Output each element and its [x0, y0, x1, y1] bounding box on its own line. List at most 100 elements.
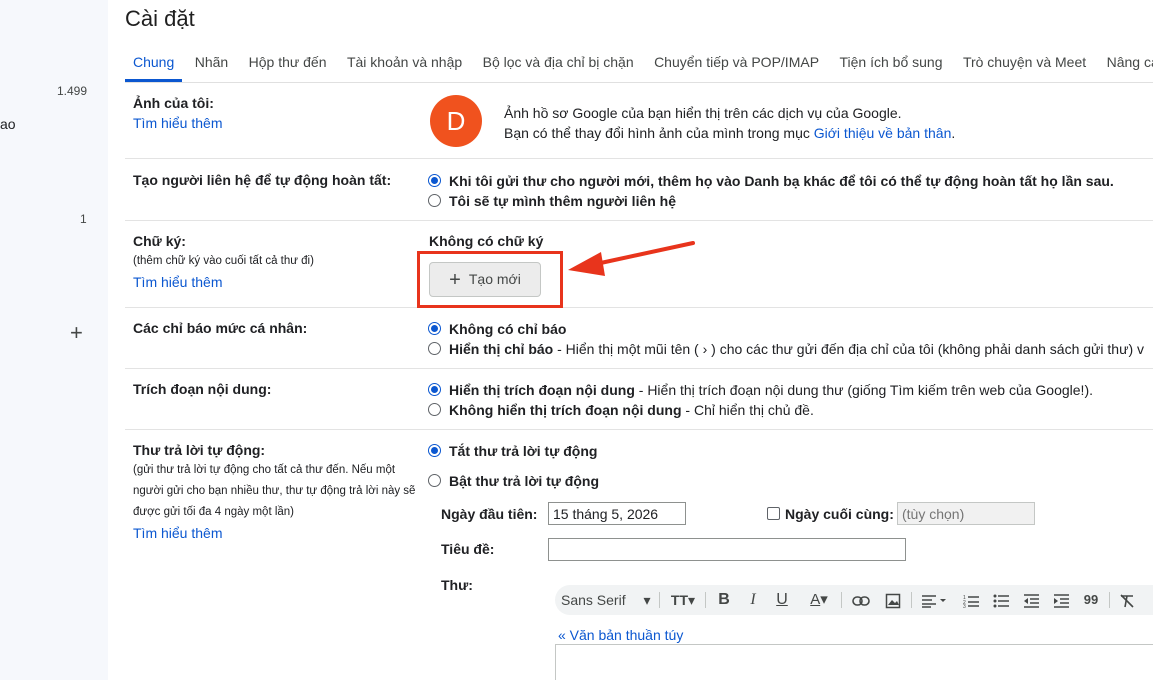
nav-count: 1 — [80, 212, 87, 226]
radio-button[interactable] — [428, 403, 441, 416]
tab-labels[interactable]: Nhãn — [187, 44, 236, 82]
radio-button[interactable] — [428, 194, 441, 207]
plain-text-link[interactable]: « Văn bản thuần túy — [558, 627, 683, 643]
link-icon-svg — [852, 596, 870, 607]
font-select[interactable]: Sans Serif ▾ — [561, 585, 659, 615]
message-label: Thư: — [441, 577, 473, 593]
numbered-list-icon-svg: 123 — [963, 595, 979, 610]
avatar[interactable]: D — [430, 95, 482, 147]
setting-row-autocomplete: Tạo người liên hệ để tự động hoàn tất: — [125, 158, 1153, 221]
radio-button-checked[interactable] — [428, 383, 441, 396]
radio-label: Không hiển thị trích đoạn nội dung — [449, 402, 682, 418]
setting-row-snippets: Trích đoạn nội dung: — [125, 368, 1153, 430]
last-day-option[interactable]: Ngày cuối cùng: — [767, 506, 894, 522]
tab-general[interactable]: Chung — [125, 44, 183, 82]
toolbar-divider — [705, 592, 706, 608]
text: . — [951, 125, 956, 141]
radio-button-checked[interactable] — [428, 174, 441, 187]
toolbar-divider — [841, 592, 842, 608]
plus-icon[interactable]: + — [70, 322, 83, 344]
tab-filters[interactable]: Bộ lọc và địa chỉ bị chặn — [475, 44, 642, 82]
radio-label: Tôi sẽ tự mình thêm người liên hệ — [449, 193, 677, 209]
align-icon[interactable] — [917, 585, 951, 615]
svg-text:3: 3 — [963, 604, 966, 608]
first-day-input[interactable] — [548, 502, 686, 525]
tab-inbox[interactable]: Hộp thư đến — [241, 44, 335, 82]
text-size-icon[interactable]: TT▾ — [665, 585, 701, 615]
setting-row-indicators: Các chỉ báo mức cá nhân: — [125, 307, 1153, 369]
subject-label: Tiêu đề: — [441, 541, 495, 557]
radio-button-checked[interactable] — [428, 444, 441, 457]
radio-description: - Hiển thị trích đoạn nội dung thư (giốn… — [634, 382, 1093, 398]
italic-icon[interactable]: I — [742, 585, 764, 615]
radio-option[interactable]: Tôi sẽ tự mình thêm người liên hệ — [428, 193, 676, 209]
radio-label: Hiển thị chỉ báo — [449, 341, 554, 357]
picture-description-line: Ảnh hồ sơ Google của bạn hiển thị trên c… — [504, 105, 902, 121]
radio-option[interactable]: Khi tôi gửi thư cho người mới, thêm họ v… — [428, 173, 1114, 189]
tab-chat-meet[interactable]: Trò chuyện và Meet — [955, 44, 1094, 82]
setting-row-signature: Chữ ký: (thêm chữ ký vào cuối tất cả thư… — [125, 220, 1153, 308]
quote-icon[interactable]: 99 — [1079, 585, 1103, 615]
nav-item-label[interactable]: ao — [0, 116, 16, 132]
setting-label: Chữ ký: — [133, 233, 186, 249]
radio-option[interactable]: Không hiển thị trích đoạn nội dung - Chỉ… — [428, 402, 814, 418]
radio-button[interactable] — [428, 342, 441, 355]
page-title: Cài đặt — [125, 6, 195, 31]
picture-description: Ảnh hồ sơ Google của bạn hiển thị trên c… — [504, 103, 955, 143]
settings-main: Cài đặt Chung Nhãn Hộp thư đến Tài khoản… — [108, 0, 1153, 680]
indent-more-icon[interactable] — [1049, 585, 1073, 615]
toolbar-divider — [911, 592, 912, 608]
about-me-link[interactable]: Giới thiệu về bản thân — [814, 125, 952, 141]
radio-button[interactable] — [428, 474, 441, 487]
setting-label: Thư trả lời tự động: — [133, 442, 266, 458]
settings-tabs: Chung Nhãn Hộp thư đến Tài khoản và nhập… — [125, 44, 1153, 83]
radio-label: Không có chỉ báo — [449, 321, 567, 337]
setting-label: Các chỉ báo mức cá nhân: — [133, 320, 308, 336]
radio-option[interactable]: Hiển thị chỉ báo - Hiển thị một mũi tên … — [428, 341, 1144, 357]
setting-label: Trích đoạn nội dung: — [133, 381, 272, 397]
tab-advanced[interactable]: Nâng cao — [1099, 44, 1153, 82]
first-day-label: Ngày đầu tiên: — [441, 506, 538, 522]
tab-accounts[interactable]: Tài khoản và nhập — [339, 44, 470, 82]
bold-icon[interactable]: B — [713, 585, 735, 615]
message-editor[interactable] — [555, 644, 1153, 680]
indent-more-icon-svg — [1054, 594, 1069, 609]
radio-option[interactable]: Bật thư trả lời tự động — [428, 473, 599, 489]
last-day-input[interactable] — [897, 502, 1035, 525]
radio-label: Bật thư trả lời tự động — [449, 473, 599, 489]
bulleted-list-icon[interactable] — [989, 585, 1013, 615]
radio-option[interactable]: Tắt thư trả lời tự động — [428, 443, 597, 459]
learn-more-link[interactable]: Tìm hiểu thêm — [133, 274, 222, 290]
radio-button-checked[interactable] — [428, 322, 441, 335]
image-icon[interactable] — [881, 585, 905, 615]
text: Bạn có thể thay đổi hình ảnh của mình tr… — [504, 125, 814, 141]
subject-input[interactable] — [548, 538, 906, 561]
setting-label: Ảnh của tôi: — [133, 95, 214, 111]
numbered-list-icon[interactable]: 123 — [959, 585, 983, 615]
text-color-icon[interactable]: A▾ — [803, 585, 835, 615]
radio-label: Tắt thư trả lời tự động — [449, 443, 598, 459]
radio-option[interactable]: Hiển thị trích đoạn nội dung - Hiển thị … — [428, 382, 1093, 398]
tab-addons[interactable]: Tiện ích bổ sung — [831, 44, 950, 82]
font-select-value: Sans Serif — [561, 592, 626, 608]
remove-formatting-icon[interactable] — [1115, 585, 1139, 615]
image-icon-svg — [885, 594, 901, 609]
bulleted-list-icon-svg — [993, 594, 1009, 608]
tab-forwarding[interactable]: Chuyển tiếp và POP/IMAP — [646, 44, 827, 82]
link-icon[interactable] — [849, 585, 873, 615]
checkbox[interactable] — [767, 507, 780, 520]
learn-more-link[interactable]: Tìm hiểu thêm — [133, 525, 222, 541]
align-icon-svg — [922, 595, 946, 609]
toolbar-divider — [659, 592, 660, 608]
radio-option[interactable]: Không có chỉ báo — [428, 321, 566, 337]
toolbar-divider — [1109, 592, 1110, 608]
highlight-box — [417, 251, 563, 308]
underline-icon[interactable]: U — [771, 585, 793, 615]
learn-more-link[interactable]: Tìm hiểu thêm — [133, 115, 222, 131]
setting-sublabel: được gửi tối đa 4 ngày một lần) — [133, 506, 295, 518]
indent-less-icon[interactable] — [1019, 585, 1043, 615]
radio-label: Khi tôi gửi thư cho người mới, thêm họ v… — [449, 173, 1114, 189]
picture-description-line: Bạn có thể thay đổi hình ảnh của mình tr… — [504, 123, 955, 143]
no-signature-text: Không có chữ ký — [429, 233, 544, 249]
formatting-toolbar: Sans Serif ▾ TT▾ B I U A▾ 123 99 — [555, 585, 1153, 615]
